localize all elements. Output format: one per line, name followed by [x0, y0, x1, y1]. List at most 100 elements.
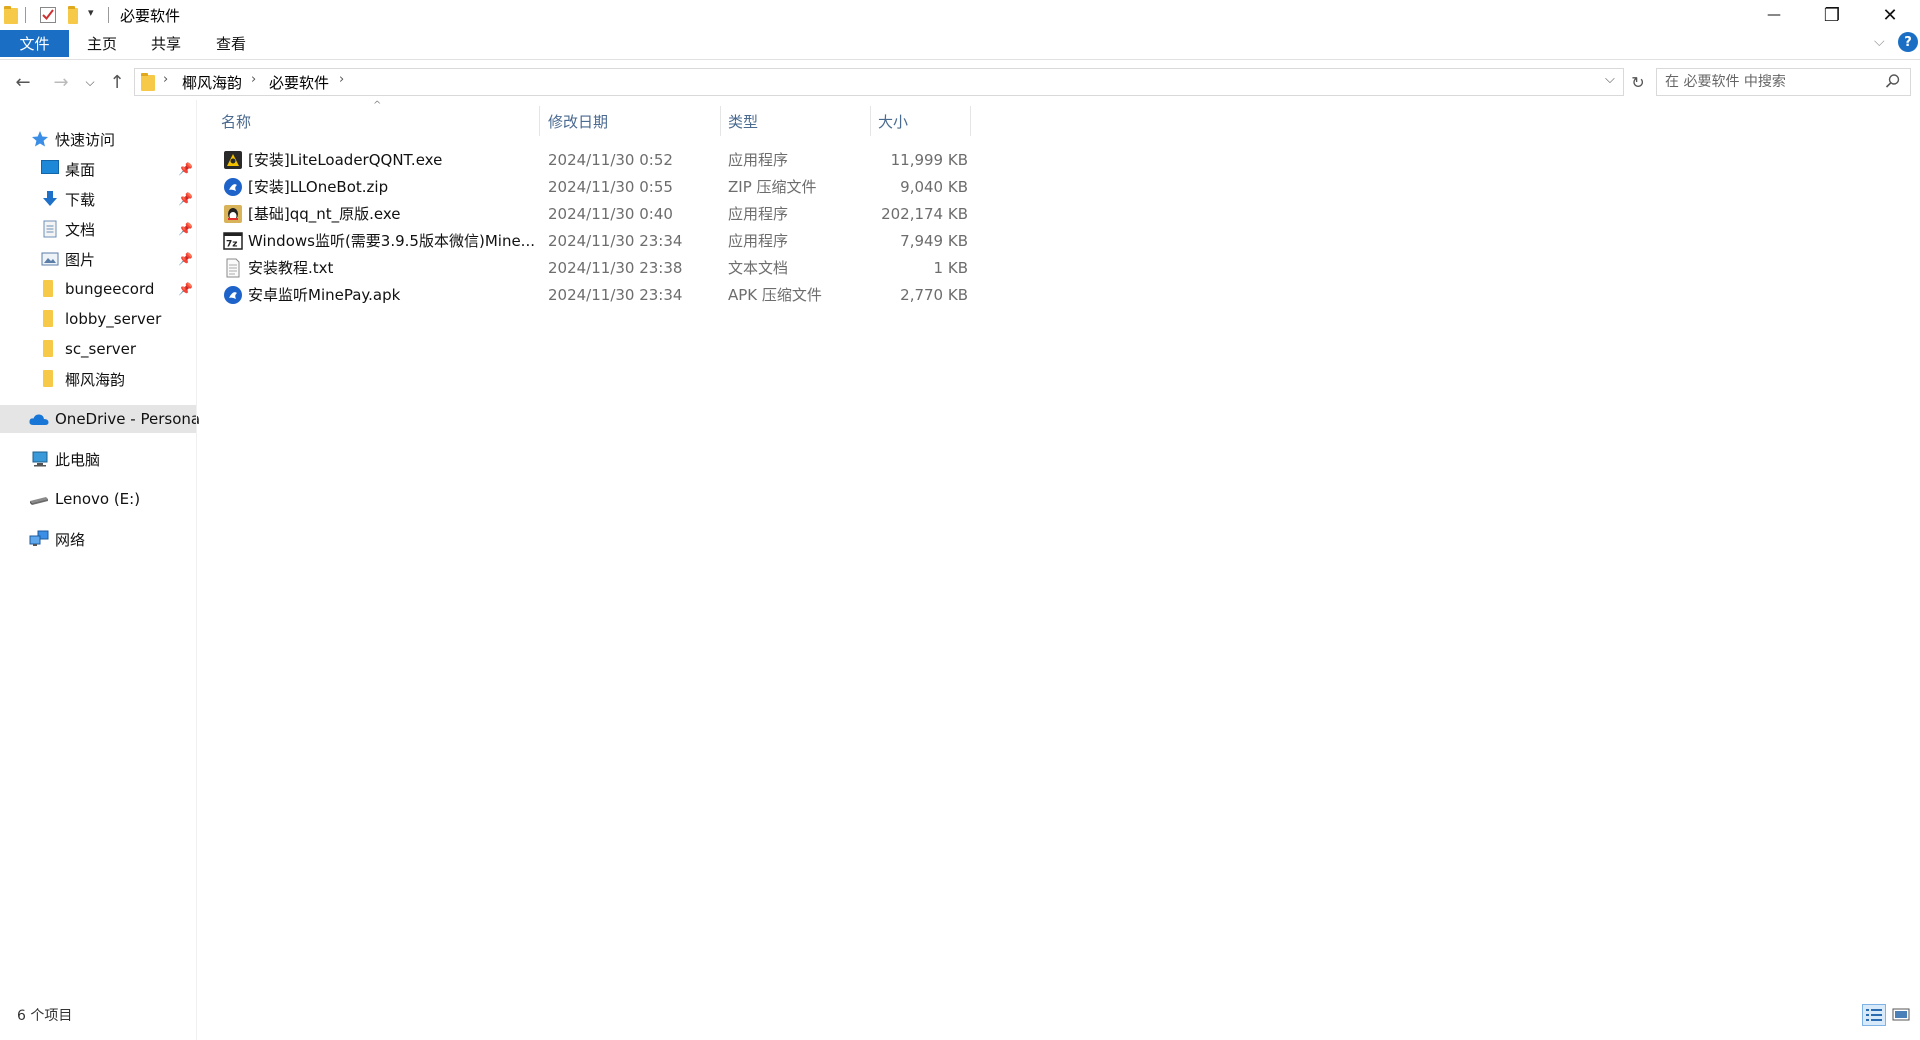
- folder-icon: [43, 370, 53, 387]
- recent-locations-button[interactable]: ⌵: [80, 66, 100, 98]
- qq-app-icon: [224, 205, 242, 223]
- file-type: APK 压缩文件: [728, 286, 822, 304]
- breadcrumb-item[interactable]: 椰风海韵: [182, 72, 242, 93]
- large-icons-view-button[interactable]: [1890, 1005, 1912, 1025]
- sidebar-item-folder[interactable]: sc_server: [0, 335, 196, 363]
- expand-ribbon-icon[interactable]: ⌵: [1874, 34, 1885, 50]
- file-size: 202,174 KB: [881, 204, 968, 223]
- properties-checkbox-icon[interactable]: [40, 7, 56, 23]
- pin-icon[interactable]: 📌: [178, 282, 193, 296]
- column-header-size[interactable]: 大小: [878, 108, 968, 134]
- column-resize-handle[interactable]: [539, 106, 540, 136]
- column-header-type[interactable]: 类型: [728, 108, 868, 134]
- sidebar-item-quick-access[interactable]: 快速访问: [0, 125, 196, 153]
- status-bar: 6 个项目: [0, 1000, 1920, 1030]
- address-dropdown-icon[interactable]: ⌵: [1605, 72, 1615, 87]
- file-size: 11,999 KB: [890, 150, 968, 169]
- search-input[interactable]: [1665, 72, 1870, 92]
- help-icon[interactable]: ?: [1898, 32, 1918, 52]
- chevron-down-icon: ⌵: [85, 74, 95, 89]
- pin-icon[interactable]: 📌: [178, 162, 193, 176]
- breadcrumb-item[interactable]: 必要软件: [269, 72, 329, 93]
- file-row[interactable]: [基础]qq_nt_原版.exe 2024/11/30 0:40 应用程序 20…: [216, 200, 968, 227]
- separator: [25, 7, 26, 23]
- search-icon[interactable]: [1885, 73, 1901, 93]
- address-bar[interactable]: › 椰风海韵 › 必要软件 › ⌵: [134, 68, 1624, 96]
- sidebar-item-label: 下载: [65, 190, 96, 209]
- refresh-icon: ↻: [1631, 72, 1645, 92]
- sidebar-item-folder[interactable]: 椰风海韵: [0, 365, 196, 393]
- details-view-button[interactable]: [1862, 1004, 1886, 1026]
- sidebar-item-pictures[interactable]: 图片 📌: [0, 245, 196, 273]
- file-name: [安装]LLOneBot.zip: [248, 178, 389, 196]
- column-resize-handle[interactable]: [720, 106, 721, 136]
- sidebar-item-onedrive[interactable]: OneDrive - Persona: [0, 405, 200, 433]
- file-type: 文本文档: [728, 259, 789, 277]
- sidebar-item-drive[interactable]: Lenovo (E:): [0, 485, 196, 513]
- navigation-bar: ← → ⌵ ↑ › 椰风海韵 › 必要软件 › ⌵ ↻: [0, 66, 1920, 98]
- close-button[interactable]: ✕: [1861, 0, 1919, 30]
- large-icons-view-icon: [1892, 1008, 1910, 1021]
- computer-icon: [32, 451, 48, 467]
- file-size: 1 KB: [933, 258, 968, 277]
- file-row[interactable]: 7z Windows监听(需要3.9.5版本微信)Mine... 2024/11…: [216, 227, 968, 254]
- sidebar-item-documents[interactable]: 文档 📌: [0, 215, 196, 243]
- file-row[interactable]: [安装]LLOneBot.zip 2024/11/30 0:55 ZIP 压缩文…: [216, 173, 968, 200]
- arrow-up-icon: ↑: [109, 71, 125, 93]
- sidebar-item-network[interactable]: 网络: [0, 525, 196, 553]
- refresh-button[interactable]: ↻: [1626, 66, 1650, 98]
- cloud-icon: [29, 414, 49, 425]
- up-button[interactable]: ↑: [106, 66, 128, 98]
- usb-drive-icon: [30, 497, 48, 505]
- pin-icon[interactable]: 📌: [178, 252, 193, 266]
- sidebar-item-folder[interactable]: bungeecord 📌: [0, 275, 196, 303]
- maximize-button[interactable]: ❐: [1803, 0, 1861, 30]
- item-count: 6 个项目: [17, 1008, 73, 1024]
- column-header-name[interactable]: 名称: [221, 108, 535, 134]
- sidebar-item-label: 网络: [55, 530, 86, 549]
- column-header-date[interactable]: 修改日期: [548, 108, 718, 134]
- column-resize-handle[interactable]: [970, 106, 971, 136]
- arrow-right-icon: →: [53, 71, 69, 93]
- breadcrumb-separator-icon[interactable]: ›: [339, 72, 344, 87]
- back-button[interactable]: ←: [10, 66, 36, 98]
- sidebar-item-downloads[interactable]: 下载 📌: [0, 185, 196, 213]
- pin-icon[interactable]: 📌: [178, 222, 193, 236]
- sidebar-item-label: sc_server: [65, 340, 137, 358]
- pin-icon[interactable]: 📌: [178, 192, 193, 206]
- tab-file[interactable]: 文件: [0, 30, 69, 57]
- apk-icon: [224, 286, 242, 304]
- breadcrumb-separator-icon[interactable]: ›: [251, 72, 256, 87]
- window-title: 必要软件: [120, 7, 181, 25]
- file-row[interactable]: 安装教程.txt 2024/11/30 23:38 文本文档 1 KB: [216, 254, 968, 281]
- file-name: [基础]qq_nt_原版.exe: [248, 205, 401, 223]
- customize-quick-access-icon[interactable]: ▾: [88, 6, 94, 19]
- file-date: 2024/11/30 0:52: [548, 150, 673, 169]
- sidebar-item-folder[interactable]: lobby_server: [0, 305, 196, 333]
- pane-divider[interactable]: [196, 100, 197, 1040]
- sevenzip-app-icon: 7z: [223, 232, 243, 250]
- new-folder-icon[interactable]: [68, 6, 78, 24]
- separator: [108, 7, 109, 23]
- restore-icon: ❐: [1823, 4, 1841, 26]
- breadcrumb-separator-icon[interactable]: ›: [163, 72, 168, 87]
- minimize-button[interactable]: —: [1745, 0, 1803, 30]
- forward-button[interactable]: →: [48, 66, 74, 98]
- title-bar: ▾ 必要软件 — ❐ ✕: [0, 0, 1920, 30]
- folder-icon: [141, 73, 155, 91]
- download-arrow-icon: [43, 191, 57, 206]
- sidebar-item-label: lobby_server: [65, 310, 162, 328]
- sidebar-item-desktop[interactable]: 桌面 📌: [0, 155, 196, 183]
- search-box: [1656, 68, 1911, 96]
- file-date: 2024/11/30 23:38: [548, 258, 683, 277]
- sidebar-item-this-pc[interactable]: 此电脑: [0, 445, 196, 473]
- file-row[interactable]: 安卓监听MinePay.apk 2024/11/30 23:34 APK 压缩文…: [216, 281, 968, 308]
- tab-home[interactable]: 主页: [72, 30, 132, 57]
- file-row[interactable]: [安装]LiteLoaderQQNT.exe 2024/11/30 0:52 应…: [216, 146, 968, 173]
- file-type: 应用程序: [728, 232, 789, 250]
- file-type: ZIP 压缩文件: [728, 178, 817, 196]
- tab-view[interactable]: 查看: [201, 30, 261, 57]
- column-resize-handle[interactable]: [870, 106, 871, 136]
- file-size: 9,040 KB: [900, 177, 968, 196]
- tab-share[interactable]: 共享: [136, 30, 196, 57]
